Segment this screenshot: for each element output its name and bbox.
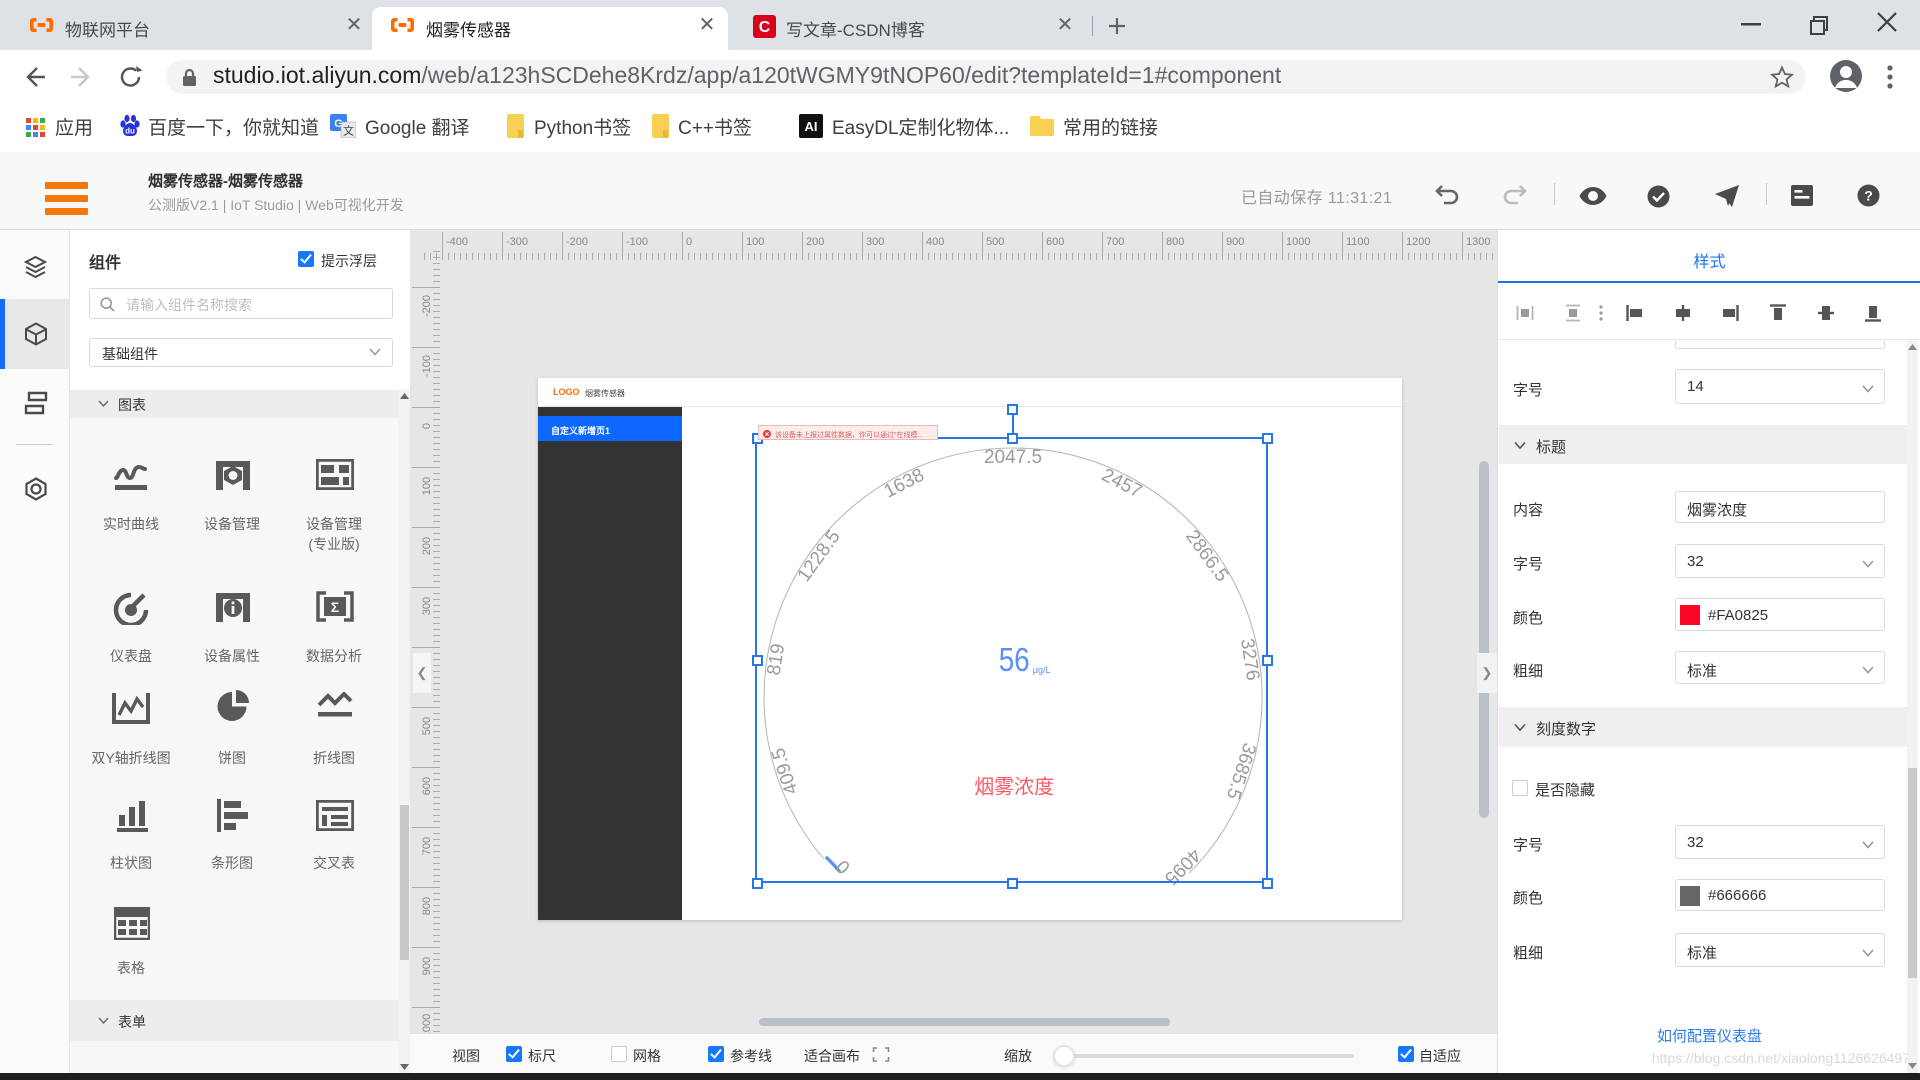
- svg-text:du: du: [125, 127, 135, 136]
- svg-text:文: 文: [343, 124, 354, 138]
- svg-text:Σ: Σ: [331, 599, 339, 615]
- svg-text:AI: AI: [805, 119, 818, 134]
- svg-text:?: ?: [1864, 188, 1873, 204]
- svg-text:C: C: [759, 19, 771, 36]
